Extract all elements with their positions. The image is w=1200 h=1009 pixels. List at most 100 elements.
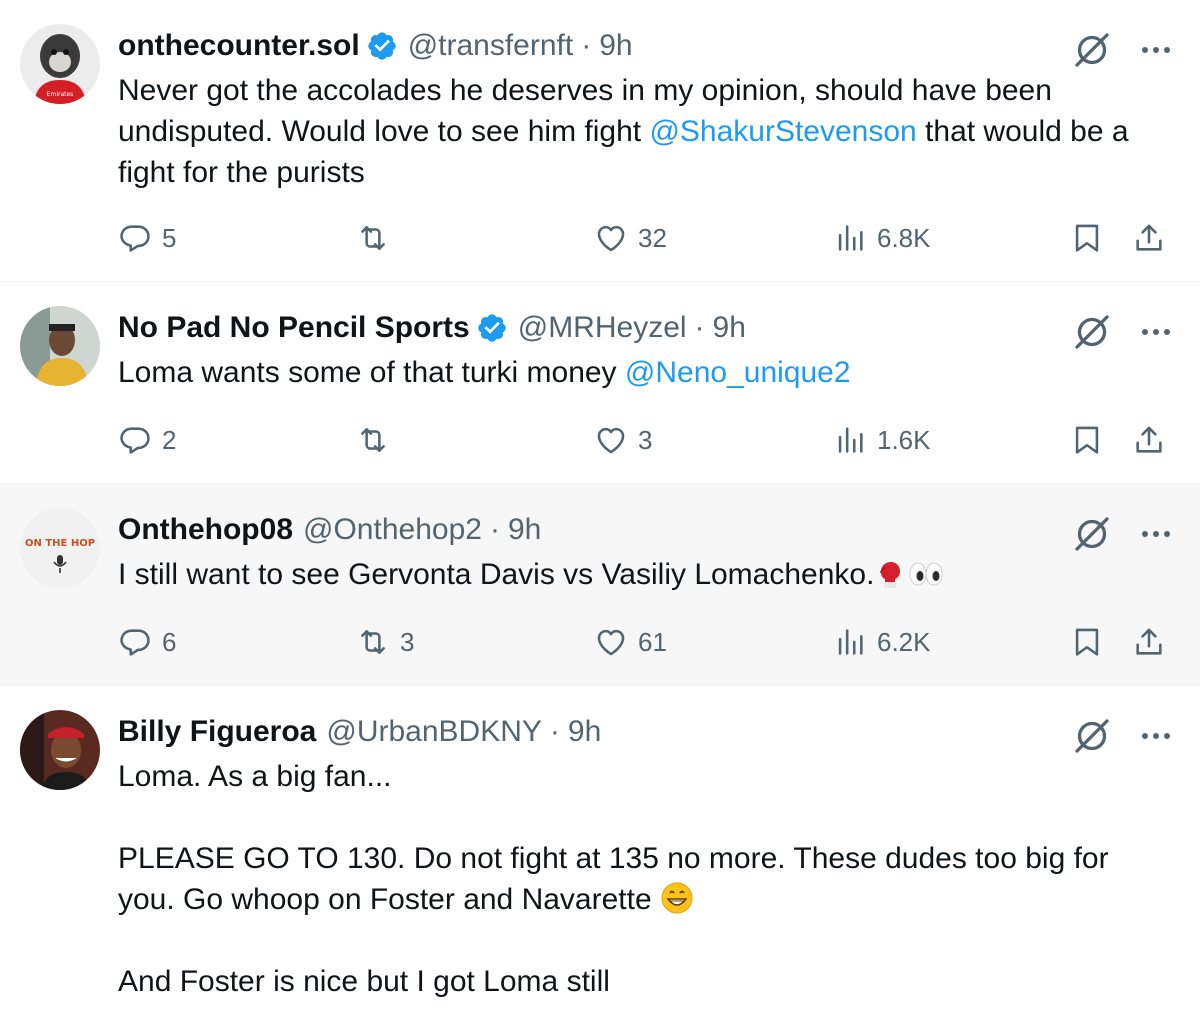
avatar[interactable]: ON THE HOP <box>20 508 100 588</box>
repost-count: 3 <box>400 626 415 657</box>
grok-icon[interactable] <box>1072 312 1112 352</box>
mention-link[interactable]: @ShakurStevenson <box>649 115 916 148</box>
grok-icon[interactable] <box>1072 30 1112 70</box>
like-button[interactable]: 61 <box>594 622 667 662</box>
reply-icon <box>118 423 152 457</box>
like-button[interactable]: 32 <box>594 218 667 258</box>
share-icon <box>1132 423 1166 457</box>
share-icon <box>1132 221 1166 255</box>
display-name[interactable]: onthecounter.sol <box>118 29 360 63</box>
more-options-icon[interactable] <box>1142 328 1170 336</box>
timestamp[interactable]: 9h <box>568 715 601 749</box>
bookmark-icon <box>1070 625 1104 659</box>
tweet-text: I still want to see Gervonta Davis vs Va… <box>118 554 1168 595</box>
tweet[interactable]: ON THE HOP Onthehop08 @Onthehop2 · 9h I … <box>0 484 1200 686</box>
like-count: 32 <box>638 222 667 253</box>
tweet[interactable]: No Pad No Pencil Sports @MRHeyzel · 9h L… <box>0 282 1200 484</box>
separator-dot: · <box>489 513 500 546</box>
views-button[interactable]: 1.6K <box>833 420 931 460</box>
action-bar: 2 3 1.6K <box>118 420 1170 460</box>
verified-badge-icon[interactable] <box>366 30 398 62</box>
separator-dot: · <box>581 29 592 62</box>
display-name[interactable]: Onthehop08 <box>118 513 293 547</box>
reply-button[interactable]: 6 <box>118 622 176 662</box>
display-name[interactable]: No Pad No Pencil Sports <box>118 311 470 345</box>
views-button[interactable]: 6.2K <box>833 622 931 662</box>
repost-button[interactable] <box>356 218 400 258</box>
views-icon <box>833 221 867 255</box>
reply-icon <box>118 625 152 659</box>
reply-button[interactable]: 5 <box>118 218 176 258</box>
share-button[interactable] <box>1132 622 1166 662</box>
grok-icon[interactable] <box>1072 716 1112 756</box>
repost-icon <box>356 625 390 659</box>
repost-icon <box>356 423 390 457</box>
grok-icon[interactable] <box>1072 514 1112 554</box>
views-button[interactable]: 6.8K <box>833 218 931 258</box>
reply-count: 5 <box>162 222 177 253</box>
avatar[interactable] <box>20 710 100 790</box>
tweet-header: Onthehop08 @Onthehop2 · 9h <box>118 510 541 550</box>
timestamp[interactable]: 9h <box>599 29 632 63</box>
like-button[interactable]: 3 <box>594 420 652 460</box>
tweet-paragraph: And Foster is nice but I got Loma still <box>118 965 610 998</box>
share-button[interactable] <box>1132 218 1166 258</box>
tweet-text: Loma wants some of that turki money @Nen… <box>118 356 851 389</box>
grinning-face-icon <box>661 882 693 914</box>
views-count: 6.8K <box>877 222 931 253</box>
bookmark-icon <box>1070 221 1104 255</box>
eyes-icon <box>909 562 943 586</box>
handle[interactable]: @Onthehop2 <box>303 513 482 547</box>
mention-link[interactable]: @Neno_unique2 <box>625 356 851 389</box>
action-bar: 5 32 6.8K <box>118 218 1170 258</box>
boxing-glove-icon <box>880 562 901 588</box>
verified-badge-icon[interactable] <box>476 312 508 344</box>
tweet-paragraph: PLEASE GO TO 130. Do not fight at 135 no… <box>118 842 1109 916</box>
handle[interactable]: @UrbanBDKNY <box>326 715 542 749</box>
reply-button[interactable]: 2 <box>118 420 176 460</box>
handle[interactable]: @MRHeyzel <box>518 311 687 345</box>
separator-dot: · <box>549 715 560 748</box>
views-count: 1.6K <box>877 424 931 455</box>
like-icon <box>594 221 628 255</box>
tweet[interactable]: Billy Figueroa @UrbanBDKNY · 9h Loma. As… <box>0 686 1200 1009</box>
action-bar: 6 3 61 6.2K <box>118 622 1170 662</box>
repost-icon <box>356 221 390 255</box>
bookmark-button[interactable] <box>1070 420 1104 460</box>
views-icon <box>833 423 867 457</box>
share-icon <box>1132 625 1166 659</box>
repost-button[interactable]: 3 <box>356 622 414 662</box>
reply-icon <box>118 221 152 255</box>
svg-text:ON THE HOP: ON THE HOP <box>25 538 95 549</box>
share-button[interactable] <box>1132 420 1166 460</box>
repost-button[interactable] <box>356 420 400 460</box>
handle[interactable]: @transfernft <box>408 29 574 63</box>
tweet-header: No Pad No Pencil Sports @MRHeyzel · 9h <box>118 308 746 348</box>
views-count: 6.2K <box>877 626 931 657</box>
more-options-icon[interactable] <box>1142 530 1170 538</box>
svg-text:Emirates: Emirates <box>47 91 74 98</box>
tweet-header: onthecounter.sol @transfernft · 9h <box>118 26 633 66</box>
tweet-text: Never got the accolades he deserves in m… <box>118 74 1129 189</box>
like-icon <box>594 423 628 457</box>
views-icon <box>833 625 867 659</box>
display-name[interactable]: Billy Figueroa <box>118 715 316 749</box>
bookmark-button[interactable] <box>1070 218 1104 258</box>
timestamp[interactable]: 9h <box>508 513 541 547</box>
separator-dot: · <box>694 311 705 344</box>
avatar[interactable] <box>20 306 100 386</box>
bookmark-icon <box>1070 423 1104 457</box>
bookmark-button[interactable] <box>1070 622 1104 662</box>
tweet-header: Billy Figueroa @UrbanBDKNY · 9h <box>118 712 601 752</box>
more-options-icon[interactable] <box>1142 732 1170 740</box>
tweet-paragraph: Loma. As a big fan... <box>118 760 392 793</box>
reply-count: 2 <box>162 424 177 455</box>
like-count: 3 <box>638 424 653 455</box>
more-options-icon[interactable] <box>1142 46 1170 54</box>
timestamp[interactable]: 9h <box>713 311 746 345</box>
tweet[interactable]: Emirates onthecounter.sol @transfernft ·… <box>0 0 1200 282</box>
reply-count: 6 <box>162 626 177 657</box>
like-icon <box>594 625 628 659</box>
avatar[interactable]: Emirates <box>20 24 100 104</box>
tweet-text: Loma. As a big fan... PLEASE GO TO 130. … <box>118 756 1168 1002</box>
